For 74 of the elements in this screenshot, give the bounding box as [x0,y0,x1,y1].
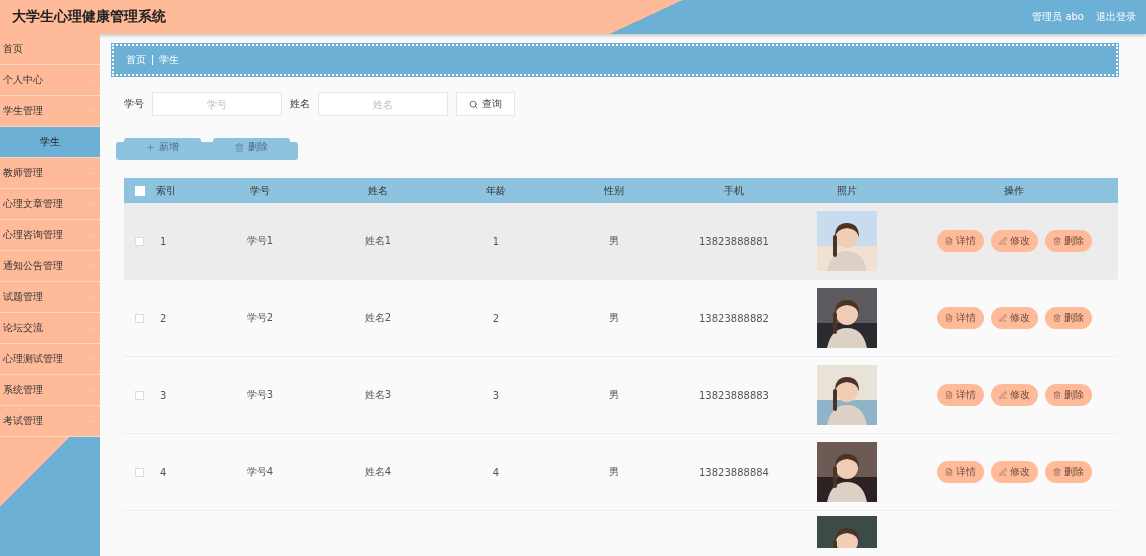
search-field[interactable]: 姓名 [318,92,448,116]
pen-icon [998,391,1007,399]
edit-button[interactable]: 修改 [990,230,1038,252]
table-cell-text: 男 [608,465,620,479]
table-cell-text: 13823888883 [698,389,770,401]
user-label: 管理员 abo [1032,10,1084,24]
trash-icon [1052,391,1061,399]
document-icon [944,237,953,245]
search-field[interactable]: 学号 [152,92,282,116]
table-cell-text: 姓名3 [363,388,393,402]
trash-icon [235,142,244,152]
column-header: 姓名 [367,183,389,198]
table-cell-text: 男 [608,388,620,402]
table-cell-text: 4 [159,466,168,478]
field-label: 姓名 [290,97,310,111]
table-cell-text: 学号3 [245,388,275,402]
plus-icon [146,142,155,152]
field-label: 学号 [124,97,144,111]
trash-icon [1052,314,1061,322]
column-header: 手机 [723,183,745,198]
table-cell-text: 学号4 [245,465,275,479]
table-cell-text: 姓名4 [363,465,393,479]
trash-icon [1052,468,1061,476]
table-cell-text: 2 [491,312,501,324]
table-cell-text: 4 [491,466,501,478]
delete-button[interactable]: 删除 [1044,230,1092,252]
table-cell-text: 姓名2 [363,311,393,325]
edit-button[interactable]: 修改 [990,307,1038,329]
sidebar-item[interactable]: 考试管理 [0,406,100,437]
row-checkbox[interactable] [135,467,144,477]
table-cell-text: 学号1 [245,234,275,248]
trash-icon [1052,237,1061,245]
row-checkbox[interactable] [135,236,144,246]
table-cell-text: 3 [159,389,168,401]
table-cell-text: 姓名1 [363,234,393,248]
table-cell-text: 学号2 [245,311,275,325]
detail-button[interactable]: 详情 [936,461,984,483]
column-header: 性别 [603,183,625,198]
table-cell-text: 3 [491,389,501,401]
delete-button[interactable]: 删除 [1044,461,1092,483]
edit-button[interactable]: 修改 [990,461,1038,483]
sidebar-subitem[interactable]: 学生 [0,127,100,158]
search-icon [469,99,478,109]
table-cell-text: 13823888881 [698,235,770,247]
table-cell-text: 1 [159,235,168,247]
document-icon [944,391,953,399]
document-icon [944,314,953,322]
delete-button[interactable]: 删除 [1044,384,1092,406]
detail-button[interactable]: 详情 [936,230,984,252]
table-cell-text: 2 [159,312,168,324]
pen-icon [998,237,1007,245]
app-title: 大学生心理健康管理系统 [12,8,166,26]
pen-icon [998,314,1007,322]
delete-button[interactable]: 删除 [1044,307,1092,329]
column-header: 年龄 [485,183,507,198]
table-cell-text: 男 [608,234,620,248]
table-cell-text: 男 [608,311,620,325]
table-cell-text: 1 [491,235,501,247]
table-cell-text: 13823888884 [698,466,770,478]
breadcrumb-item: 学生 [159,53,179,67]
column-header: 操作 [1003,183,1025,198]
column-header: 学号 [249,183,271,198]
document-icon [944,468,953,476]
row-checkbox[interactable] [135,313,144,323]
row-checkbox[interactable] [135,390,144,400]
column-header: 索引 [156,183,177,198]
edit-button[interactable]: 修改 [990,384,1038,406]
detail-button[interactable]: 详情 [936,307,984,329]
pen-icon [998,468,1007,476]
column-header: 照片 [836,183,858,198]
select-all-checkbox[interactable] [135,185,145,196]
table-cell-text: 13823888882 [698,312,770,324]
detail-button[interactable]: 详情 [936,384,984,406]
search-button[interactable]: 查询 [456,92,515,116]
